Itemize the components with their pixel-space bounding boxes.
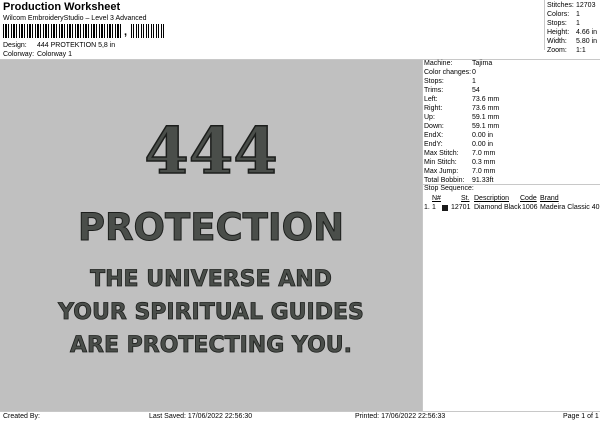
seq-row-description: Diamond Black [474, 204, 522, 211]
endy-label: EndY: [424, 141, 443, 148]
max-stitch-value: 7.0 mm [472, 150, 496, 157]
seq-header-n: N# [432, 195, 441, 202]
stat-height-value: 4.66 in [576, 29, 598, 36]
stat-height-label: Height: [547, 29, 570, 36]
seq-header-description: Description [474, 195, 510, 202]
stat-stops-value: 1 [576, 20, 580, 27]
color-changes-label: Color changes: [424, 69, 472, 76]
barcode-mark: , [124, 26, 128, 38]
stat-stitches-value: 12703 [576, 2, 596, 9]
stops-value: 1 [472, 78, 476, 85]
min-stitch-value: 0.3 mm [472, 159, 496, 166]
endy-value: 0.00 in [472, 141, 494, 148]
right-value: 73.6 mm [472, 105, 500, 112]
stops-label: Stops: [424, 78, 444, 85]
barcode [3, 24, 123, 38]
design-line-guides: YOUR SPIRITUAL GUIDES [57, 300, 364, 325]
right-label: Right: [424, 105, 443, 112]
stat-colors-label: Colors: [547, 11, 570, 18]
total-bobbin-value: 91.33ft [472, 177, 494, 184]
seq-header-st: St. [461, 195, 470, 202]
footer-divider [0, 411, 600, 412]
up-value: 59.1 mm [472, 114, 500, 121]
stat-colors-value: 1 [576, 11, 580, 18]
design-artwork: 444 PROTECTION THE UNIVERSE AND YOUR SPI… [57, 113, 365, 358]
seq-header-code: Code [520, 195, 537, 202]
worksheet-title: Production Worksheet [3, 1, 121, 13]
machine-value: Tajima [472, 60, 493, 67]
down-label: Down: [424, 123, 444, 130]
left-value: 73.6 mm [472, 96, 500, 103]
design-label: Design: [3, 42, 27, 49]
seq-header-brand: Brand [540, 195, 559, 202]
printed-date: Printed: 17/06/2022 22:56:33 [355, 413, 446, 420]
max-stitch-label: Max Stitch: [424, 150, 459, 157]
design-line-universe: THE UNIVERSE AND [90, 267, 332, 292]
thread-color-swatch [442, 205, 448, 211]
design-preview: 444 PROTECTION THE UNIVERSE AND YOUR SPI… [0, 60, 422, 412]
design-line-protecting: ARE PROTECTING YOU. [70, 333, 352, 358]
stop-sequence-title: Stop Sequence: [424, 185, 474, 192]
design-line-444: 444 [144, 114, 278, 189]
design-value: 444 PROTEKTION 5,8 in [37, 42, 116, 49]
page-number: Page 1 of 1 [563, 413, 599, 420]
stat-zoom-value: 1:1 [576, 47, 586, 54]
total-bobbin-label: Total Bobbin: [424, 177, 465, 184]
software-subtitle: Wilcom EmbroideryStudio – Level 3 Advanc… [3, 15, 147, 22]
stat-stops-label: Stops: [547, 20, 567, 27]
endx-value: 0.00 in [472, 132, 494, 139]
seq-row-code: 1006 [522, 204, 538, 211]
barcode-secondary [131, 24, 166, 38]
min-stitch-label: Min Stitch: [424, 159, 457, 166]
design-line-protection: PROTECTION [78, 206, 344, 249]
up-label: Up: [424, 114, 435, 121]
created-by: Created By: [3, 413, 40, 420]
trims-value: 54 [472, 87, 480, 94]
seq-row-stitches: 12701 [451, 204, 471, 211]
down-value: 59.1 mm [472, 123, 500, 130]
seq-row-brand: Madeira Classic 40 [540, 204, 600, 211]
seq-row-index: 1. [424, 204, 430, 211]
stat-width-label: Width: [547, 38, 567, 45]
stat-stitches-label: Stitches: [547, 2, 574, 9]
colorway-label: Colorway: [3, 51, 35, 58]
endx-label: EndX: [424, 132, 444, 139]
stat-width-value: 5.80 in [576, 38, 598, 45]
max-jump-value: 7.0 mm [472, 168, 496, 175]
last-saved: Last Saved: 17/06/2022 22:56:30 [149, 413, 253, 420]
max-jump-label: Max Jump: [424, 168, 459, 175]
colorway-value: Colorway 1 [37, 51, 73, 58]
left-label: Left: [424, 96, 438, 103]
seq-row-n: 1 [432, 204, 436, 211]
stat-zoom-label: Zoom: [547, 47, 567, 54]
color-changes-value: 0 [472, 69, 476, 76]
machine-label: Machine: [424, 60, 453, 67]
machine-info-panel: Machine: Tajima Color changes: 0 Stops: … [422, 60, 600, 412]
trims-label: Trims: [424, 87, 444, 94]
